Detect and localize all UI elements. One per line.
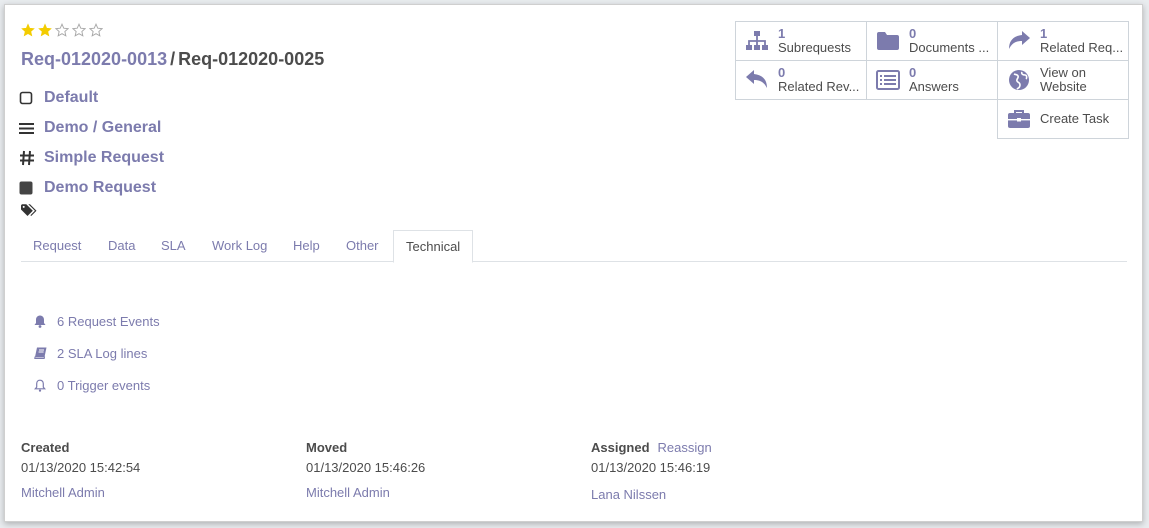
folder-icon xyxy=(873,31,903,51)
share-icon xyxy=(1004,30,1034,52)
bell-icon xyxy=(33,315,47,328)
tab-data[interactable]: Data xyxy=(96,230,147,262)
star-icon-2[interactable] xyxy=(38,23,54,39)
briefcase-icon xyxy=(1004,109,1034,129)
related-reverse-count: 0 xyxy=(778,66,786,80)
tags-icon xyxy=(21,204,37,220)
create-task-label: Create Task xyxy=(1040,112,1110,126)
moved-date: 01/13/2020 15:46:26 xyxy=(306,460,426,475)
related-requests-count: 1 xyxy=(1040,27,1048,41)
assigned-label: Assigned xyxy=(591,440,650,455)
star-icon-5[interactable] xyxy=(89,23,105,39)
create-task-button[interactable]: Create Task xyxy=(997,99,1129,139)
subrequests-label: Subrequests xyxy=(778,41,851,55)
assigned-date: 01/13/2020 15:46:19 xyxy=(591,460,711,475)
created-label: Created xyxy=(21,440,70,455)
priority-link[interactable]: Default xyxy=(44,89,98,107)
assigned-info: Assigned Reassign 01/13/2020 15:46:19 Lan… xyxy=(591,440,871,502)
stat-button-box: 1 Subrequests 0 Documents ... 1 Related Req… xyxy=(735,21,1129,140)
trigger-events-link[interactable]: 0 Trigger events xyxy=(33,369,160,401)
sla-log-link[interactable]: 2 SLA Log lines xyxy=(33,337,160,369)
bell-outline-icon xyxy=(33,379,47,392)
tab-work-log[interactable]: Work Log xyxy=(200,230,279,262)
request-name: Req-012020-0025 xyxy=(178,49,325,69)
tab-other[interactable]: Other xyxy=(334,230,391,262)
moved-user-link[interactable]: Mitchell Admin xyxy=(306,485,586,500)
related-reverse-label: Related Rev... xyxy=(778,80,860,94)
trigger-events-label: 0 Trigger events xyxy=(57,377,151,393)
answers-button[interactable]: 0 Answers xyxy=(866,60,998,100)
tab-request[interactable]: Request xyxy=(21,230,93,262)
field-category: Demo / General xyxy=(19,113,164,143)
created-info: Created 01/13/2020 15:42:54 Mitchell Adm… xyxy=(21,440,301,500)
field-priority: Default xyxy=(19,83,164,113)
star-icon-1[interactable] xyxy=(21,23,37,39)
subrequests-count: 1 xyxy=(778,27,786,41)
created-user-link[interactable]: Mitchell Admin xyxy=(21,485,301,500)
form-sheet: Req-012020-0013/Req-012020-0025 Default … xyxy=(4,4,1143,522)
related-reverse-button[interactable]: 0 Related Rev... xyxy=(735,60,867,100)
sitemap-icon xyxy=(742,30,772,52)
tags-field[interactable] xyxy=(21,204,37,220)
hashtag-icon xyxy=(19,150,41,166)
reassign-button[interactable]: Reassign xyxy=(658,440,712,455)
priority-stars xyxy=(21,23,105,39)
page-title: Req-012020-0013/Req-012020-0025 xyxy=(21,49,324,70)
sla-log-label: 2 SLA Log lines xyxy=(57,345,148,361)
related-requests-button[interactable]: 1 Related Req... xyxy=(997,21,1129,61)
category-link[interactable]: Demo / General xyxy=(44,119,161,137)
moved-info: Moved 01/13/2020 15:46:26 Mitchell Admin xyxy=(306,440,586,500)
subrequests-button[interactable]: 1 Subrequests xyxy=(735,21,867,61)
globe-icon xyxy=(1004,69,1034,91)
book-icon xyxy=(33,347,47,359)
request-fields: Default Demo / General Simple Request De… xyxy=(19,83,164,203)
answers-label: Answers xyxy=(909,80,959,94)
field-kind: Demo Request xyxy=(19,173,164,203)
request-events-link[interactable]: 6 Request Events xyxy=(33,305,160,337)
tab-help[interactable]: Help xyxy=(281,230,332,262)
documents-label: Documents ... xyxy=(909,41,990,55)
type-link[interactable]: Simple Request xyxy=(44,149,164,167)
list-alt-icon xyxy=(873,70,903,90)
view-website-line2: Website xyxy=(1040,80,1087,94)
reply-icon xyxy=(742,69,772,91)
tab-technical[interactable]: Technical xyxy=(393,230,474,263)
documents-count: 0 xyxy=(909,27,917,41)
title-separator: / xyxy=(170,49,176,69)
notebook-tabs: Request Data SLA Work Log Help Other Tec… xyxy=(21,230,1127,263)
bars-icon xyxy=(19,122,41,135)
request-events-label: 6 Request Events xyxy=(57,313,160,329)
star-icon-4[interactable] xyxy=(72,23,88,39)
square-outline-icon xyxy=(19,91,41,105)
moved-label: Moved xyxy=(306,440,348,455)
square-filled-icon xyxy=(19,181,41,195)
kind-link[interactable]: Demo Request xyxy=(44,179,156,197)
assigned-user-link[interactable]: Lana Nilssen xyxy=(591,487,871,502)
related-requests-label: Related Req... xyxy=(1040,41,1124,55)
answers-count: 0 xyxy=(909,66,917,80)
created-date: 01/13/2020 15:42:54 xyxy=(21,460,141,475)
parent-request-link[interactable]: Req-012020-0013 xyxy=(21,49,167,69)
technical-tab-content: 6 Request Events 2 SLA Log lines 0 Trigg… xyxy=(33,305,160,401)
star-icon-3[interactable] xyxy=(55,23,71,39)
view-website-button[interactable]: View on Website xyxy=(997,60,1129,100)
tab-sla[interactable]: SLA xyxy=(149,230,198,262)
documents-button[interactable]: 0 Documents ... xyxy=(866,21,998,61)
field-type: Simple Request xyxy=(19,143,164,173)
view-website-line1: View on xyxy=(1040,66,1087,80)
